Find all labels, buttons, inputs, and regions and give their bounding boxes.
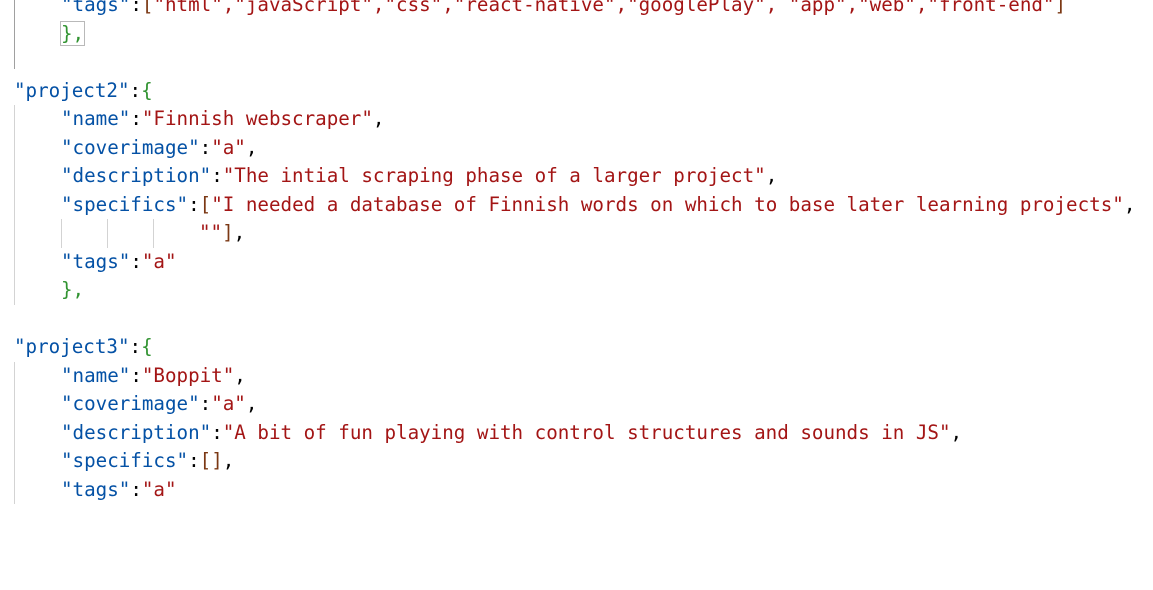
json-key: "tags" [61, 0, 131, 16]
json-key: "project2" [14, 78, 130, 102]
indent-guide [14, 133, 15, 162]
json-key: "name" [61, 363, 131, 387]
indent-guide [14, 105, 15, 134]
json-string: "A bit of fun playing with control struc… [222, 420, 951, 444]
code-line: "project3":{ [14, 335, 153, 358]
code-line: "name":"Finnish webscraper", [0, 105, 1153, 134]
json-string: "html","javaScript","css","react-native"… [153, 0, 1055, 16]
json-string: "" [199, 221, 223, 244]
code-line: "description":"The intial scraping phase… [0, 162, 1153, 191]
code-editor[interactable]: "tags":["html","javaScript","css","react… [0, 0, 1153, 504]
json-string: "a" [141, 249, 177, 273]
json-string: "a" [211, 135, 246, 159]
json-string: "a" [211, 392, 246, 415]
indent-guide [14, 276, 15, 305]
code-line: "specifics":["I needed a database of Fin… [0, 190, 1153, 219]
json-key: "specifics" [61, 192, 189, 216]
indent-guide [14, 447, 15, 476]
matched-brace: }, [59, 20, 86, 46]
json-key: "specifics" [61, 449, 189, 472]
indent-guide [14, 19, 15, 48]
code-line: ""], [0, 219, 1153, 248]
json-string: "I needed a database of Finnish words on… [211, 192, 1124, 216]
indent-guide [14, 418, 15, 447]
json-key: "project3" [14, 335, 130, 358]
json-key: "name" [61, 107, 131, 130]
code-line: "description":"A bit of fun playing with… [0, 418, 1153, 447]
indent-guide [14, 247, 15, 276]
json-string: "a" [141, 477, 177, 501]
code-line: }, [0, 19, 1153, 48]
indent-guide [14, 219, 15, 248]
indent-guide [14, 390, 15, 419]
indent-guide [14, 190, 15, 219]
json-string: "Boppit" [141, 363, 235, 387]
indent-guide [14, 48, 15, 69]
code-line: }, [0, 276, 1153, 305]
json-string: "Finnish webscraper" [141, 107, 373, 130]
indent-guide [14, 162, 15, 191]
indent-guide [107, 219, 108, 248]
indent-guide [61, 219, 62, 248]
indent-guide [14, 0, 15, 20]
code-line: "tags":"a" [0, 247, 1153, 276]
code-line: "coverimage":"a", [0, 390, 1153, 419]
code-line [0, 48, 1153, 77]
indent-guide [153, 219, 154, 248]
json-key: "tags" [61, 477, 131, 501]
code-line: "project2":{ [14, 78, 153, 102]
code-line: "coverimage":"a", [0, 133, 1153, 162]
json-key: "description" [61, 420, 212, 444]
json-key: "coverimage" [61, 392, 200, 415]
indent-guide [14, 475, 15, 504]
code-line: "tags":["html","javaScript","css","react… [0, 0, 1153, 20]
json-key: "description" [61, 164, 212, 187]
code-line: "specifics":[], [0, 447, 1153, 476]
code-line: "tags":"a" [0, 475, 1153, 504]
json-key: "tags" [61, 249, 131, 273]
indent-guide [14, 361, 15, 390]
json-string: "The intial scraping phase of a larger p… [222, 164, 766, 187]
json-key: "coverimage" [61, 135, 200, 159]
code-line: "name":"Boppit", [0, 361, 1153, 390]
